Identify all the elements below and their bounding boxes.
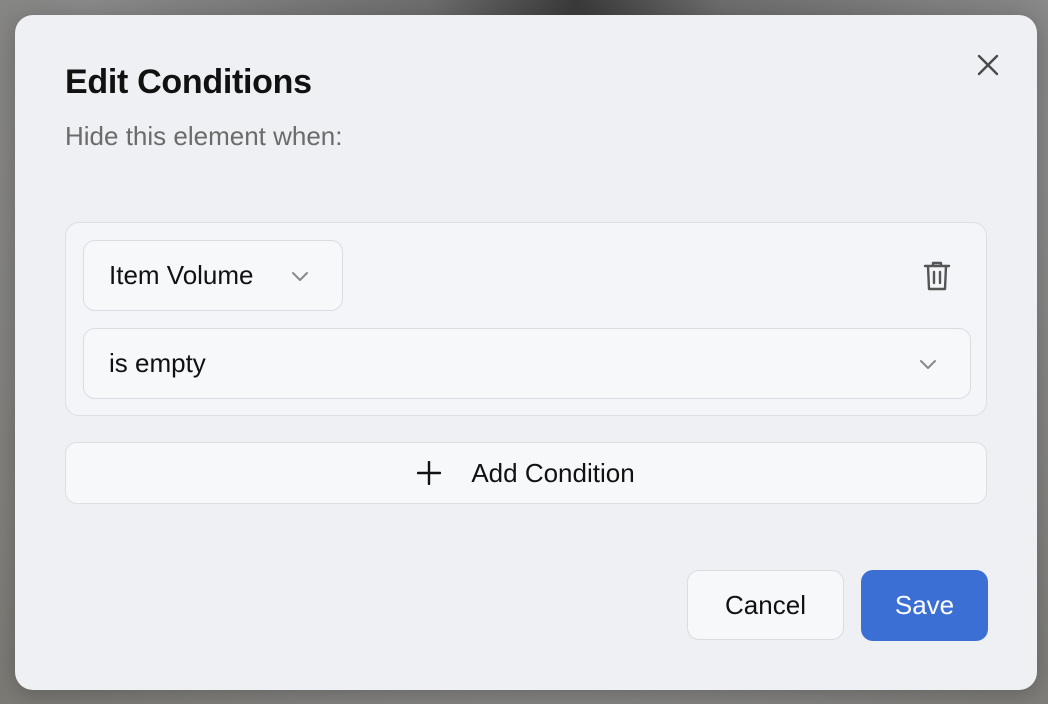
chevron-down-icon <box>292 272 308 281</box>
close-icon <box>977 54 999 76</box>
save-button[interactable]: Save <box>861 570 988 641</box>
dialog-subtitle: Hide this element when: <box>65 121 343 151</box>
edit-conditions-dialog: Edit Conditions Hide this element when: … <box>15 15 1037 690</box>
operator-select-value: is empty <box>109 348 206 378</box>
cancel-button[interactable]: Cancel <box>687 570 844 640</box>
add-condition-label: Add Condition <box>471 457 635 488</box>
delete-condition-button[interactable] <box>921 259 953 293</box>
chevron-down-icon <box>920 360 936 369</box>
dialog-title: Edit Conditions <box>65 63 312 101</box>
trash-icon <box>923 261 951 291</box>
operator-select[interactable]: is empty <box>83 328 971 399</box>
plus-icon <box>417 461 442 485</box>
field-select[interactable]: Item Volume <box>83 240 343 311</box>
close-button[interactable] <box>970 47 1006 83</box>
condition-card: Item Volume is empty <box>65 222 987 416</box>
add-condition-button[interactable]: Add Condition <box>65 442 987 504</box>
field-select-value: Item Volume <box>109 260 254 290</box>
